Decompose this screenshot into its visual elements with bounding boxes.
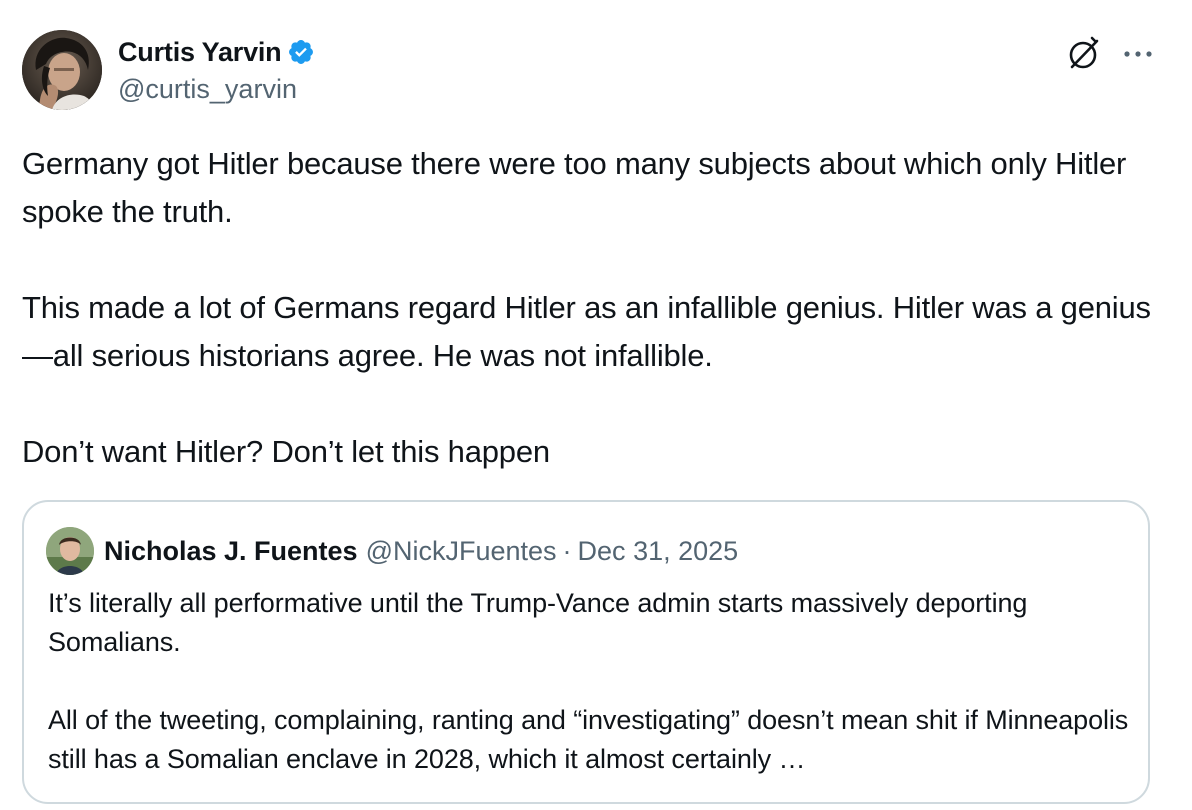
quoted-author-display-name[interactable]: Nicholas J. Fuentes bbox=[104, 536, 358, 567]
tweet-header: Curtis Yarvin @curtis_yarvin bbox=[22, 30, 1172, 112]
quoted-author-avatar[interactable] bbox=[46, 527, 94, 575]
grok-icon[interactable] bbox=[1064, 34, 1104, 74]
tweet-paragraph: This made a lot of Germans regard Hitler… bbox=[22, 290, 1151, 373]
quoted-author-avatar-image bbox=[46, 527, 94, 575]
tweet-paragraph: Germany got Hitler because there were to… bbox=[22, 146, 1127, 229]
author-avatar-image bbox=[22, 30, 102, 110]
more-options-icon[interactable] bbox=[1118, 34, 1158, 74]
quoted-author-handle[interactable]: @NickJFuentes bbox=[366, 536, 557, 567]
quoted-tweet-text: It’s literally all performative until th… bbox=[48, 584, 1138, 779]
tweet: Curtis Yarvin @curtis_yarvin Germany got… bbox=[0, 0, 1192, 810]
author-display-name[interactable]: Curtis Yarvin bbox=[118, 37, 282, 68]
quoted-tweet-header: Nicholas J. Fuentes @NickJFuentes · Dec … bbox=[46, 526, 738, 576]
author-handle[interactable]: @curtis_yarvin bbox=[118, 74, 315, 105]
display-name-line: Curtis Yarvin bbox=[118, 34, 315, 70]
quoted-tweet[interactable]: Nicholas J. Fuentes @NickJFuentes · Dec … bbox=[22, 500, 1150, 804]
author-avatar[interactable] bbox=[22, 30, 102, 110]
tweet-paragraph: Don’t want Hitler? Don’t let this happen bbox=[22, 434, 550, 469]
quoted-meta-separator: · bbox=[562, 535, 572, 566]
tweet-text: Germany got Hitler because there were to… bbox=[22, 140, 1162, 476]
verified-badge-icon[interactable] bbox=[287, 38, 315, 66]
quoted-tweet-date[interactable]: Dec 31, 2025 bbox=[578, 536, 739, 567]
quoted-paragraph: It’s literally all performative until th… bbox=[48, 588, 1028, 657]
author-name-block: Curtis Yarvin @curtis_yarvin bbox=[118, 34, 315, 105]
quoted-paragraph: All of the tweeting, complaining, rantin… bbox=[48, 705, 1129, 774]
